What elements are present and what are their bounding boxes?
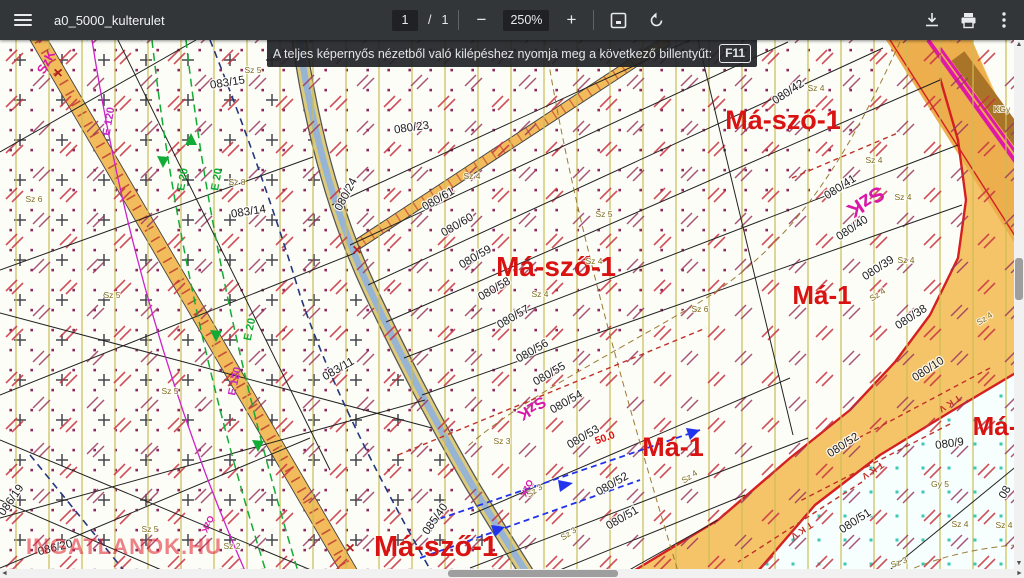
map-canvas[interactable]: Má-sző-1Má-sző-1Má-1Má-1Má-sző-1Má-083/1… <box>0 40 1024 578</box>
zone-label: Má-sző-1 <box>374 531 498 563</box>
xmark-label: × <box>345 540 354 557</box>
page-total: 1 <box>441 13 448 27</box>
sz-label: Sz 6 <box>691 304 708 314</box>
pdf-viewer-window: Má-sző-1Má-sző-1Má-1Má-1Má-sző-1Má-083/1… <box>0 0 1024 578</box>
scroll-up-arrow[interactable]: ▲ <box>1014 40 1024 50</box>
sz-label: Sz 4 <box>531 289 548 299</box>
fit-to-page-button[interactable] <box>604 6 632 34</box>
more-options-button[interactable] <box>990 6 1018 34</box>
sz-label: Gy 5 <box>931 479 949 489</box>
sz-label: Sz 4 <box>995 520 1012 530</box>
print-icon <box>960 12 977 29</box>
zone-label: Má-1 <box>792 280 851 310</box>
sz-label: Sz 5 <box>103 290 120 300</box>
pdf-toolbar: a0_5000_kulterulet 1 / 1 − 250% + <box>0 0 1024 40</box>
sz-label: Sz 4 <box>585 256 602 266</box>
sz-label: Sz 4 <box>463 171 480 181</box>
sz-label: Sz 2 <box>223 541 240 551</box>
vertical-scrollbar-thumb[interactable] <box>1015 258 1023 300</box>
xmark-label: × <box>53 65 62 82</box>
zoom-out-button[interactable]: − <box>469 8 493 32</box>
page-separator: / <box>428 13 431 27</box>
sz-label: Sz 4 <box>865 155 882 165</box>
menu-button[interactable] <box>0 0 46 40</box>
horizontal-scrollbar-thumb[interactable] <box>448 570 618 577</box>
zone-label: Má-1 <box>642 432 704 462</box>
zone-label: Má- <box>973 411 1018 441</box>
f11-key-badge: F11 <box>719 44 751 63</box>
scroll-right-arrow[interactable]: ► <box>1015 569 1024 578</box>
vertical-scrollbar[interactable]: ▲ ▼ <box>1014 40 1024 569</box>
hamburger-icon <box>14 11 32 29</box>
sz-label: Sz 5 <box>141 524 158 534</box>
sz-label: Sz 4 <box>897 255 914 265</box>
download-button[interactable] <box>918 6 946 34</box>
rotate-button[interactable] <box>642 6 670 34</box>
toolbar-divider <box>458 10 459 30</box>
sz-label: Sz 4 <box>951 519 968 529</box>
zone-label: Má-sző-1 <box>725 105 841 135</box>
sz-label: Sz 5 <box>595 209 612 219</box>
scroll-down-arrow[interactable]: ▼ <box>1014 559 1024 569</box>
xmark-label: × <box>352 242 361 259</box>
sz-label: Sz 5 <box>244 65 261 75</box>
sz-label: Sz 6 <box>25 194 42 204</box>
sz-label: Sz 4 <box>894 192 911 202</box>
zoom-in-button[interactable]: + <box>559 8 583 32</box>
toolbar-divider <box>593 10 594 30</box>
kebab-menu-icon <box>1002 12 1006 28</box>
document-title: a0_5000_kulterulet <box>54 13 165 28</box>
fullscreen-exit-toast: A teljes képernyős nézetből való kilépés… <box>267 40 757 67</box>
sz-label: Sz 5 <box>161 386 178 396</box>
rotate-icon <box>648 12 665 29</box>
toast-message: A teljes képernyős nézetből való kilépés… <box>273 47 712 61</box>
sz-label: Sz 3 <box>493 436 510 446</box>
sz-label: Sz 4 <box>807 83 824 93</box>
page-number-input[interactable]: 1 <box>392 10 418 31</box>
download-icon <box>924 12 940 28</box>
horizontal-scrollbar[interactable]: ◄ ► <box>0 569 1024 578</box>
zoom-level-input[interactable]: 250% <box>503 10 549 31</box>
sz-label: KGy <box>994 104 1011 114</box>
print-button[interactable] <box>954 6 982 34</box>
scroll-left-arrow[interactable]: ◄ <box>0 569 9 578</box>
fit-page-icon <box>610 12 627 29</box>
sz-label: Sz 8 <box>228 177 245 187</box>
